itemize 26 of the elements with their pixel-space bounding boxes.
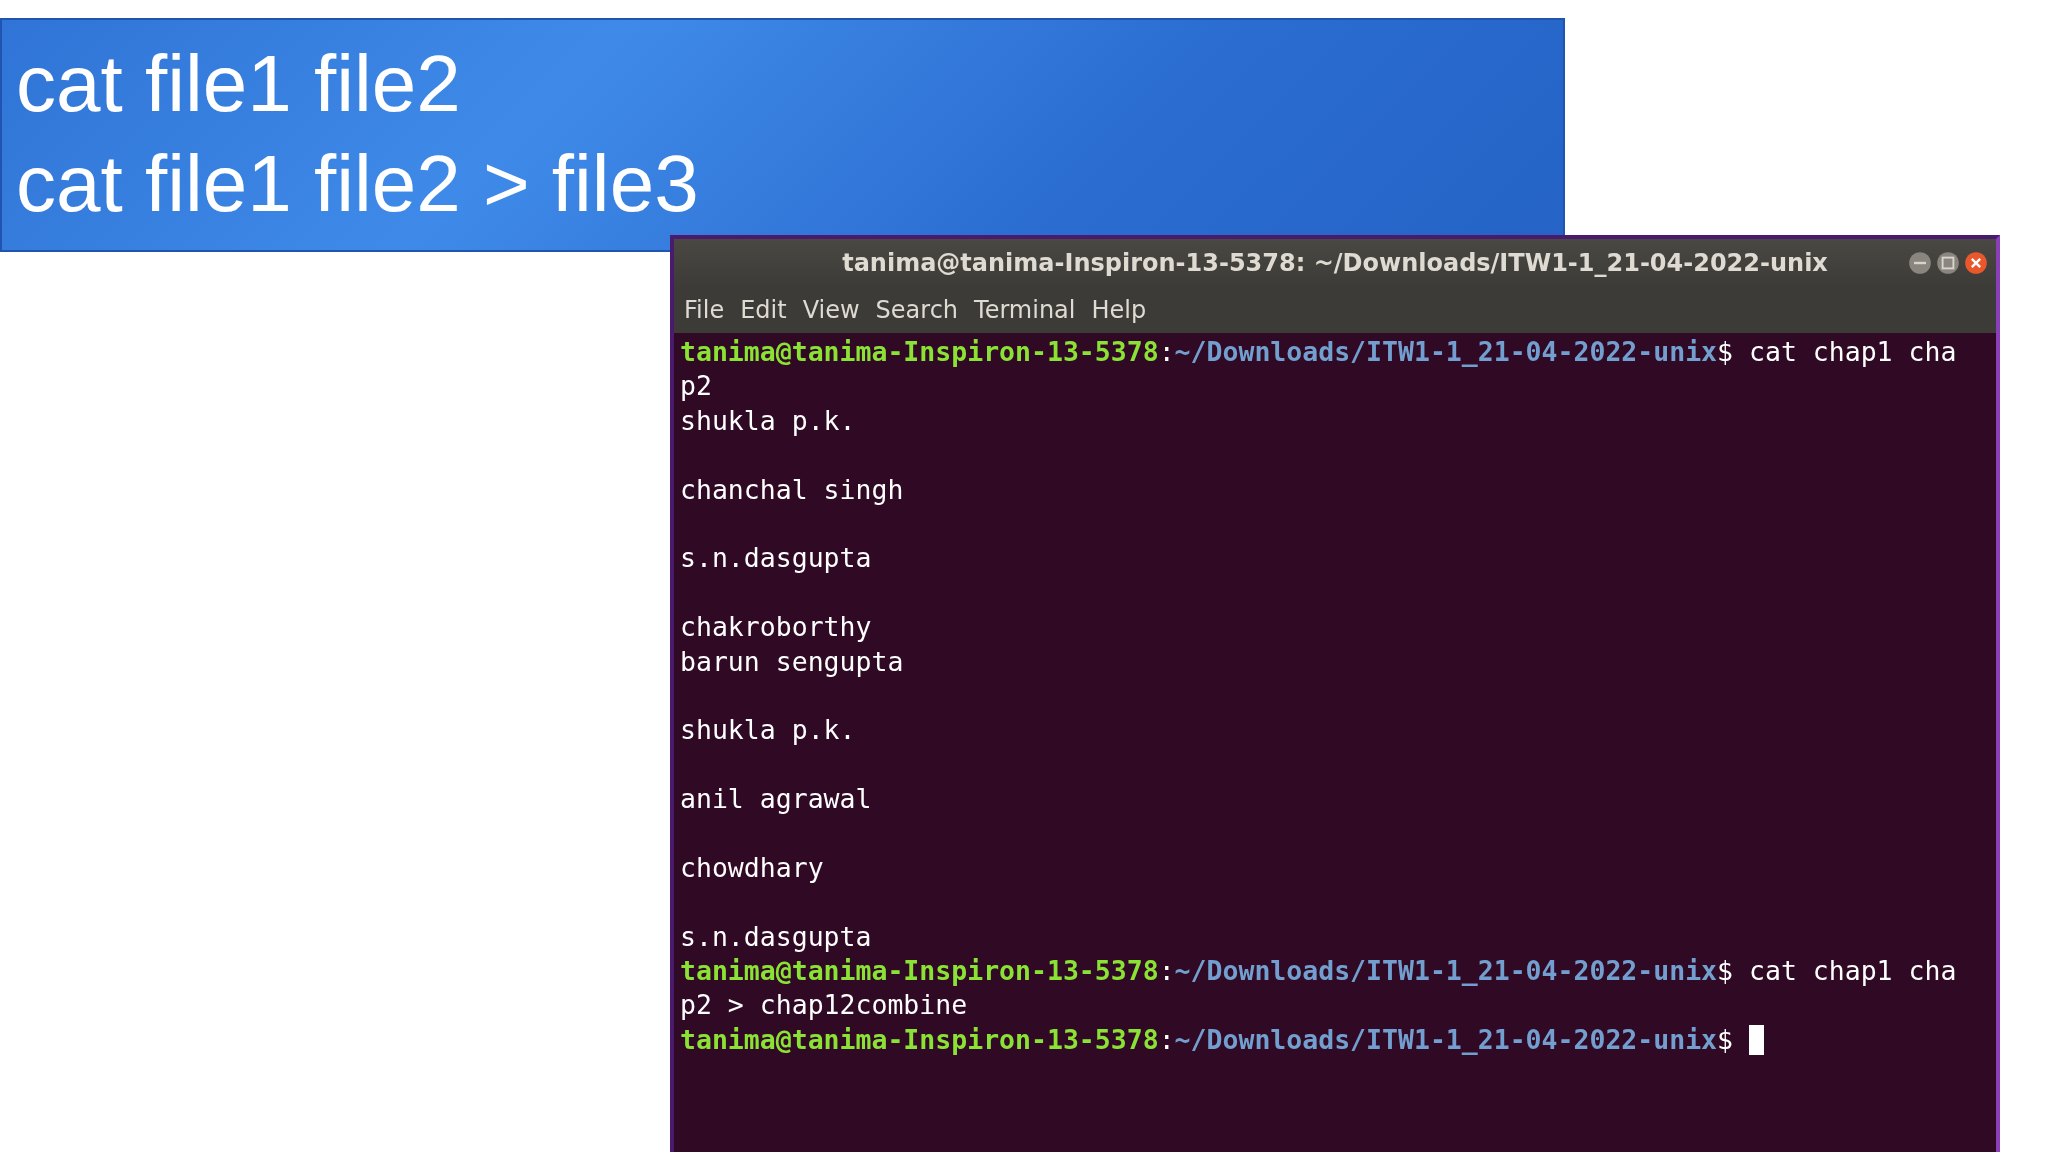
menu-item[interactable]: Search [875, 296, 959, 324]
menu-item[interactable]: File [684, 296, 725, 324]
output-line: p2 > chap12combine [680, 988, 968, 1023]
output-line: chakroborthy [680, 610, 872, 645]
slide-text: cat file1 file2 > file3 [16, 138, 699, 230]
output-line: p2 [680, 369, 712, 404]
output-line: chanchal singh [680, 472, 904, 507]
output-line: s.n.dasgupta [680, 919, 872, 954]
prompt-line: tanima@tanima-Inspiron-13-5378:~/Downloads/ITW1-1_21-04-2022-unix$ cat chap1 cha [680, 954, 1957, 989]
output-line: shukla p.k. [680, 713, 856, 748]
slide-text: cat file1 file2 [16, 38, 461, 130]
maximize-icon[interactable] [1936, 251, 1960, 275]
output-line: chowdhary [680, 850, 824, 885]
menu-item[interactable]: Help [1091, 296, 1147, 324]
output-line: shukla p.k. [680, 403, 856, 438]
minimize-icon[interactable] [1908, 251, 1932, 275]
prompt-line: tanima@tanima-Inspiron-13-5378:~/Downloads/ITW1-1_21-04-2022-unix$ [680, 1022, 1764, 1058]
prompt-line: tanima@tanima-Inspiron-13-5378:~/Downloads/ITW1-1_21-04-2022-unix$ cat chap1 cha [680, 335, 1957, 369]
window-title: tanima@tanima-Inspiron-13-5378: ~/Downloads/ITW1-1_21-04-2022-unix [842, 249, 1828, 277]
menu-item[interactable]: Terminal [974, 296, 1076, 324]
output-line: s.n.dasgupta [680, 541, 872, 576]
menu-item[interactable]: Edit [740, 296, 787, 324]
menu-item[interactable]: View [802, 296, 860, 324]
output-line: anil agrawal [680, 782, 872, 817]
output-line: barun sengupta [680, 644, 904, 679]
close-icon[interactable] [1964, 251, 1988, 275]
